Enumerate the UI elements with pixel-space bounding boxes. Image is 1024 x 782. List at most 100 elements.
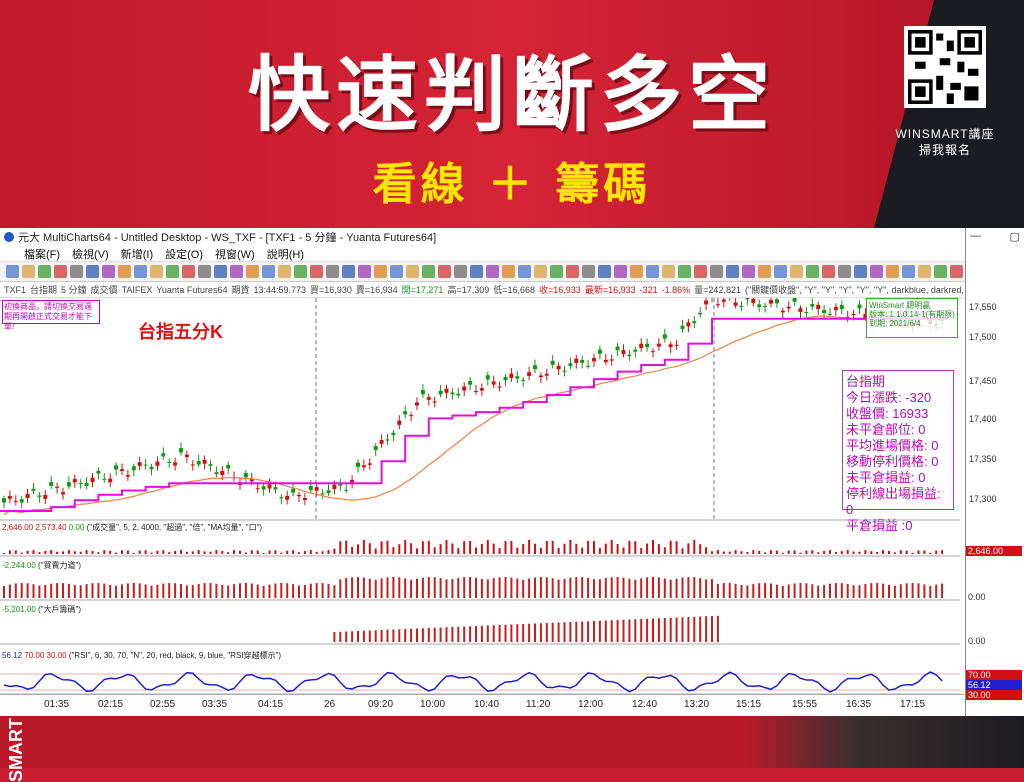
toolbar-button[interactable] xyxy=(854,265,867,278)
status-open: 開=17,271 xyxy=(401,285,444,295)
volume-bar xyxy=(858,551,861,554)
candle-body xyxy=(279,497,284,499)
toolbar-button[interactable] xyxy=(390,265,403,278)
toolbar-button[interactable] xyxy=(406,265,419,278)
toolbar-button[interactable] xyxy=(742,265,755,278)
toolbar-button[interactable] xyxy=(838,265,851,278)
buysell-bar xyxy=(687,577,690,598)
buysell-bar xyxy=(811,584,814,598)
buysell-bar xyxy=(935,584,938,598)
toolbar-button[interactable] xyxy=(70,265,83,278)
menu-help[interactable]: 說明(H) xyxy=(267,246,304,262)
menu-insert[interactable]: 新增(I) xyxy=(121,246,153,262)
toolbar-button[interactable] xyxy=(198,265,211,278)
toolbar-button[interactable] xyxy=(86,265,99,278)
toolbar-button[interactable] xyxy=(534,265,547,278)
bigplayer-bar xyxy=(640,619,643,642)
toolbar-button[interactable] xyxy=(678,265,691,278)
toolbar-button[interactable] xyxy=(134,265,147,278)
toolbar-button[interactable] xyxy=(630,265,643,278)
toolbar-button[interactable] xyxy=(694,265,707,278)
toolbar-button[interactable] xyxy=(22,265,35,278)
qr-code-icon[interactable] xyxy=(904,26,986,108)
buy-value: -2,244.00 xyxy=(2,561,36,570)
toolbar-button[interactable] xyxy=(182,265,195,278)
toolbar-button[interactable] xyxy=(918,265,931,278)
volume-bar xyxy=(274,550,277,554)
toolbar-button[interactable] xyxy=(470,265,483,278)
buysell-bar xyxy=(433,577,436,598)
toolbar-button[interactable] xyxy=(102,265,115,278)
toolbar-button[interactable] xyxy=(550,265,563,278)
buysell-bar xyxy=(469,577,472,598)
toolbar-button[interactable] xyxy=(822,265,835,278)
candle-body xyxy=(19,499,24,503)
toolbar-button[interactable] xyxy=(662,265,675,278)
toolbar-button[interactable] xyxy=(342,265,355,278)
toolbar-button[interactable] xyxy=(166,265,179,278)
toolbar-button[interactable] xyxy=(246,265,259,278)
toolbar-button[interactable] xyxy=(934,265,947,278)
toolbar-button[interactable] xyxy=(598,265,611,278)
toolbar-button[interactable] xyxy=(758,265,771,278)
toolbar-button[interactable] xyxy=(294,265,307,278)
toolbar-button[interactable] xyxy=(950,265,963,278)
menu-settings[interactable]: 設定(O) xyxy=(165,246,203,262)
minimize-icon[interactable]: — xyxy=(970,230,981,243)
toolbar-button[interactable] xyxy=(262,265,275,278)
volume-bar xyxy=(775,550,778,554)
toolbar-button[interactable] xyxy=(582,265,595,278)
winsmart-info-box: WinSmart 聰明贏 版本: 1.1.0.14-1(有期限) 到期: 202… xyxy=(866,298,958,338)
toolbar-button[interactable] xyxy=(806,265,819,278)
toolbar-button[interactable] xyxy=(710,265,723,278)
toolbar-button[interactable] xyxy=(438,265,451,278)
menu-window[interactable]: 視窗(W) xyxy=(215,246,255,262)
toolbar-button[interactable] xyxy=(118,265,131,278)
chart-area[interactable]: 初換商品，請切換交易週期再開啟正式交易才能下單! 台指五分K WinSmart … xyxy=(0,286,966,716)
bigplayer-bar xyxy=(616,620,619,642)
volume-bar xyxy=(268,550,271,554)
toolbar-button[interactable] xyxy=(518,265,531,278)
toolbar-button[interactable] xyxy=(502,265,515,278)
toolbar-button[interactable] xyxy=(902,265,915,278)
toolbar-button[interactable] xyxy=(38,265,51,278)
volume-panel-label: 2,646.00 2,573.40 0.00 ("成交量", 5, 2, 400… xyxy=(2,522,262,533)
candle-body xyxy=(721,299,726,302)
bigplayer-bar xyxy=(657,618,660,642)
volume-bar xyxy=(14,550,17,554)
buysell-bar xyxy=(746,585,749,598)
toolbar-button[interactable] xyxy=(486,265,499,278)
toolbar-button[interactable] xyxy=(278,265,291,278)
status-symbol[interactable]: TXF1 xyxy=(4,285,26,295)
toolbar-button[interactable] xyxy=(54,265,67,278)
maximize-icon[interactable]: ▢ xyxy=(1009,230,1019,243)
buysell-bar xyxy=(834,583,837,598)
toolbar-button[interactable] xyxy=(886,265,899,278)
toolbar-button[interactable] xyxy=(358,265,371,278)
toolbar-button[interactable] xyxy=(454,265,467,278)
toolbar-button[interactable] xyxy=(614,265,627,278)
toolbar-button[interactable] xyxy=(566,265,579,278)
toolbar-button[interactable] xyxy=(326,265,339,278)
volume-bar xyxy=(740,551,743,554)
buysell-bar xyxy=(398,577,401,598)
toolbar-button[interactable] xyxy=(422,265,435,278)
toolbar-button[interactable] xyxy=(6,265,19,278)
toolbar-button[interactable] xyxy=(374,265,387,278)
info-line: 收盤價: 16933 xyxy=(846,406,929,421)
toolbar-button[interactable] xyxy=(870,265,883,278)
bigplayer-bar xyxy=(711,616,713,642)
toolbar-button[interactable] xyxy=(230,265,243,278)
toolbar-button[interactable] xyxy=(774,265,787,278)
toolbar-button[interactable] xyxy=(214,265,227,278)
volume-bar xyxy=(180,550,182,554)
buysell-bar xyxy=(610,577,613,598)
toolbar-button[interactable] xyxy=(150,265,163,278)
toolbar-button[interactable] xyxy=(790,265,803,278)
toolbar-button[interactable] xyxy=(726,265,739,278)
toolbar-button[interactable] xyxy=(310,265,323,278)
menu-view[interactable]: 檢視(V) xyxy=(72,246,109,262)
menu-file[interactable]: 檔案(F) xyxy=(24,246,60,262)
candle-body xyxy=(220,470,225,475)
toolbar-button[interactable] xyxy=(646,265,659,278)
